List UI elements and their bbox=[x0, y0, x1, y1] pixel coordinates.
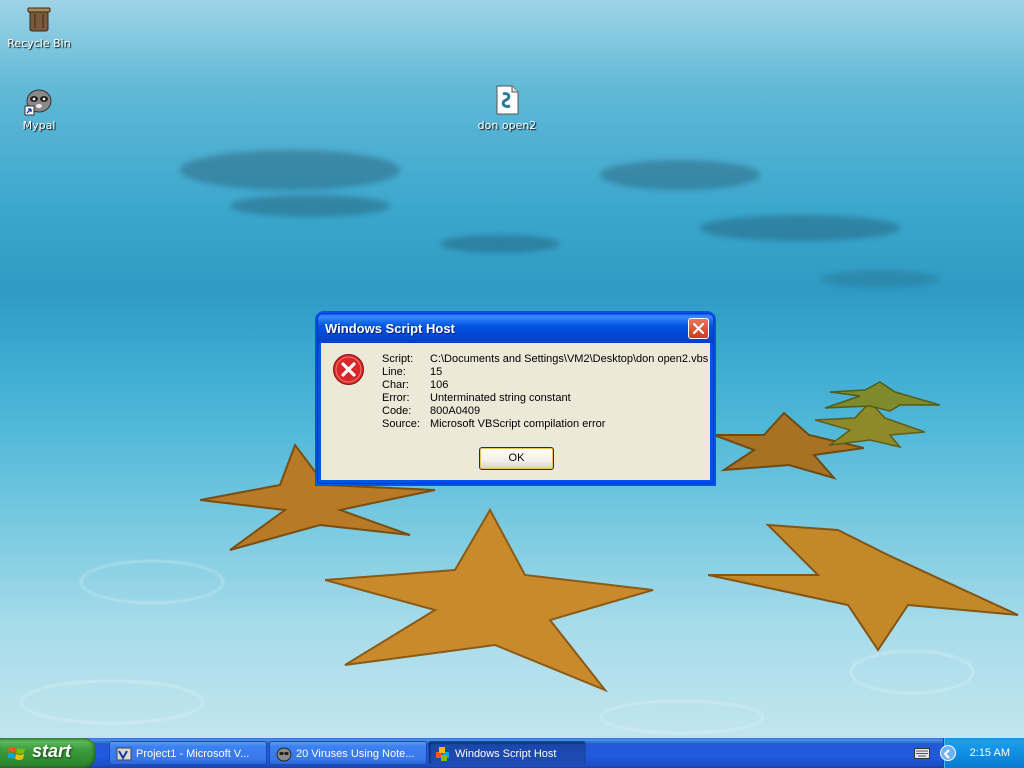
desktop-icon-recycle-bin[interactable]: Recycle Bin bbox=[1, 2, 77, 50]
desktop-icon-label: Mypal bbox=[22, 119, 56, 132]
starfish bbox=[815, 400, 925, 448]
detail-key: Char: bbox=[382, 379, 409, 391]
starfish bbox=[714, 411, 864, 480]
system-tray: 2:15 AM bbox=[940, 738, 1024, 768]
detail-row-char: Char: 106 bbox=[382, 379, 708, 392]
visual-basic-icon bbox=[116, 747, 132, 761]
detail-key: Code: bbox=[382, 405, 412, 417]
detail-row-line: Line: 15 bbox=[382, 366, 708, 379]
error-details: Script: C:\Documents and Settings\VM2\Des… bbox=[382, 353, 708, 431]
chevron-left-icon bbox=[943, 749, 950, 759]
detail-value: 15 bbox=[430, 366, 443, 378]
detail-row-script: Script: C:\Documents and Settings\VM2\Des… bbox=[382, 353, 708, 366]
script-host-icon bbox=[436, 747, 449, 761]
raccoon-icon bbox=[276, 747, 292, 762]
start-label: start bbox=[32, 741, 72, 761]
recycle-bin-icon bbox=[27, 7, 51, 32]
raccoon-icon bbox=[24, 89, 52, 116]
detail-key: Script: bbox=[382, 353, 414, 365]
task-label: Windows Script Host bbox=[455, 748, 557, 760]
keyboard-icon[interactable] bbox=[914, 746, 930, 760]
detail-value: C:\Documents and Settings\VM2\Desktop\do… bbox=[430, 353, 709, 365]
close-icon bbox=[693, 323, 704, 334]
detail-row-source: Source: Microsoft VBScript compilation er… bbox=[382, 418, 708, 431]
detail-row-error: Error: Unterminated string constant bbox=[382, 392, 708, 405]
detail-key: Error: bbox=[382, 392, 410, 404]
taskbar-button-windows-script-host[interactable]: Windows Script Host bbox=[428, 741, 586, 765]
desktop-icon-don-open2[interactable]: don open2 bbox=[469, 84, 545, 132]
close-button[interactable] bbox=[688, 318, 709, 339]
clock[interactable]: 2:15 AM bbox=[970, 738, 1010, 768]
detail-key: Line: bbox=[382, 366, 406, 378]
detail-value: Microsoft VBScript compilation error bbox=[430, 418, 606, 430]
show-hidden-icons-button[interactable] bbox=[940, 745, 956, 761]
script-file-icon bbox=[496, 85, 519, 115]
dialog-body: Script: C:\Documents and Settings\VM2\Des… bbox=[318, 343, 713, 483]
desktop-icon-label: don open2 bbox=[477, 119, 537, 132]
detail-value: 106 bbox=[430, 379, 449, 391]
detail-value: Unterminated string constant bbox=[430, 392, 571, 404]
windows-logo-icon bbox=[8, 747, 25, 760]
starfish bbox=[708, 523, 1019, 652]
desktop-icon-mypal[interactable]: Mypal bbox=[1, 84, 77, 132]
task-label: Project1 - Microsoft V... bbox=[136, 748, 250, 760]
detail-row-code: Code: 800A0409 bbox=[382, 405, 708, 418]
dialog-title: Windows Script Host bbox=[325, 321, 455, 336]
start-button[interactable]: start bbox=[0, 738, 96, 768]
dialog-titlebar[interactable]: Windows Script Host bbox=[318, 314, 713, 343]
task-label: 20 Viruses Using Note... bbox=[296, 748, 415, 760]
error-dialog: Windows Script Host Script: C:\Documents … bbox=[317, 313, 714, 484]
taskbar: start Project1 - Microsoft V... 20 Virus… bbox=[0, 738, 1024, 768]
taskbar-button-project1[interactable]: Project1 - Microsoft V... bbox=[109, 741, 267, 765]
starfish bbox=[325, 507, 654, 693]
desktop-icon-label: Recycle Bin bbox=[7, 37, 71, 50]
detail-key: Source: bbox=[382, 418, 420, 430]
starfish bbox=[824, 381, 940, 412]
detail-value: 800A0409 bbox=[430, 405, 481, 417]
error-icon bbox=[333, 354, 364, 385]
ok-button[interactable]: OK bbox=[479, 447, 554, 470]
taskbar-button-notepad[interactable]: 20 Viruses Using Note... bbox=[269, 741, 427, 765]
